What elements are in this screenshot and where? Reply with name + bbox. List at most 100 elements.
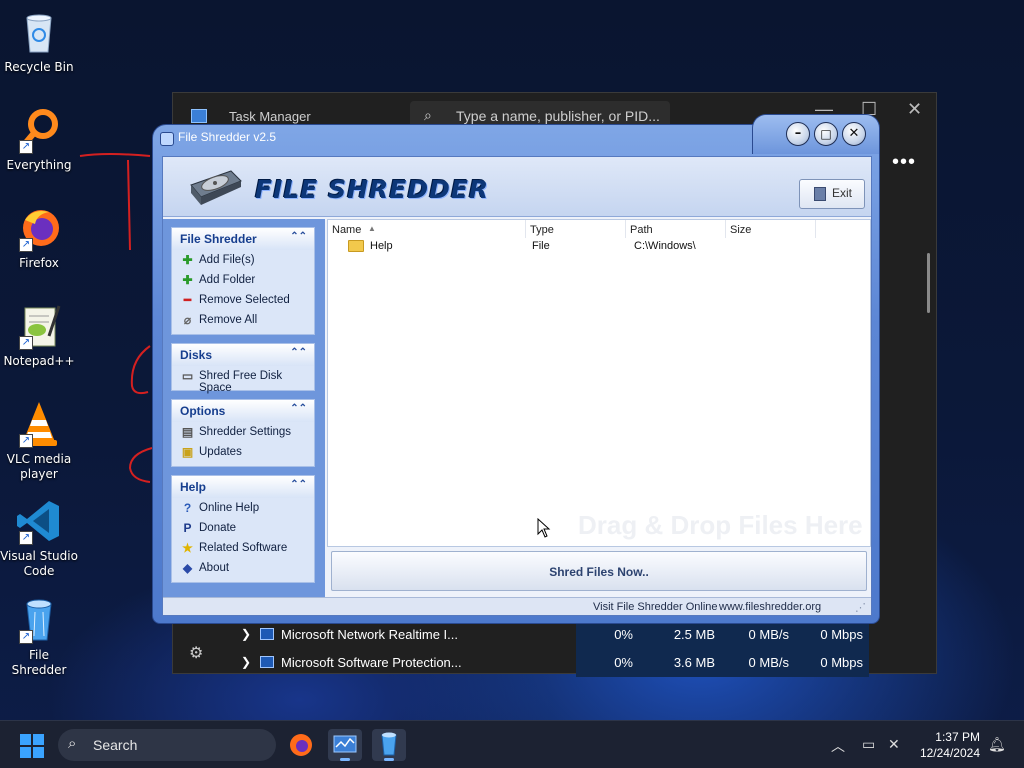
column-label: Type: [530, 224, 554, 236]
panel-title: Disks: [180, 348, 213, 362]
item-label: Add Folder: [199, 274, 256, 286]
file-shredder-icon: [381, 732, 397, 756]
shortcut-arrow-icon: ↗: [19, 336, 33, 350]
shredder-settings-item[interactable]: ▤ Shredder Settings: [172, 422, 314, 442]
desktop-icon-vscode[interactable]: ↗ Visual Studio Code: [0, 497, 78, 579]
column-header-size[interactable]: Size: [726, 220, 816, 238]
windows-logo-pane: [33, 747, 44, 758]
visit-online-link[interactable]: Visit File Shredder Online: [593, 601, 718, 613]
taskbar: ⌕ Search ︿ ▭ ✕ 1:37 PM 12/24/2024 🔔︎: [0, 720, 1024, 768]
desktop-icon-file-shredder[interactable]: ↗ File Shredder: [0, 596, 78, 678]
app-logo-text: FILE SHREDDER: [255, 175, 490, 204]
collapse-chevron-icon[interactable]: ⌃⌃: [290, 347, 307, 358]
process-disk: 0 MB/s: [748, 655, 789, 670]
remove-selected-item[interactable]: ━ Remove Selected: [172, 290, 314, 310]
desktop-icon-vlc[interactable]: ↗ VLC media player: [0, 400, 78, 482]
file-row-name[interactable]: Help: [370, 240, 393, 252]
scrollbar-thumb[interactable]: [927, 253, 930, 313]
add-folder-item[interactable]: ✚ Add Folder: [172, 270, 314, 290]
about-item[interactable]: ◆ About: [172, 558, 314, 578]
close-icon[interactable]: ✕: [907, 99, 922, 120]
system-clock[interactable]: 1:37 PM 12/24/2024: [920, 729, 980, 761]
file-list[interactable]: Name ▲ Type Path Size Help File C:\Windo…: [327, 219, 871, 547]
sidebar: File Shredder ⌃⌃ ✚ Add File(s) ✚ Add Folde…: [163, 219, 325, 597]
desktop-icon-everything[interactable]: ↗ Everything: [0, 106, 78, 173]
process-row[interactable]: ❯ Microsoft Network Realtime I... 0% 2.5…: [233, 621, 869, 649]
item-label: Add File(s): [199, 254, 255, 266]
process-icon: [260, 656, 274, 668]
more-options-button[interactable]: •••: [892, 151, 916, 174]
shortcut-arrow-icon: ↗: [19, 238, 33, 252]
clock-date: 12/24/2024: [919, 746, 980, 760]
window-client-area: FILE SHREDDER Exit File Shredder ⌃⌃ ✚ Add…: [162, 156, 872, 616]
running-indicator: [340, 758, 350, 761]
process-usage-cells: 0% 2.5 MB 0 MB/s 0 Mbps: [576, 621, 869, 649]
minimize-button[interactable]: –: [786, 122, 810, 146]
maximize-button[interactable]: □: [814, 122, 838, 146]
column-header-name[interactable]: Name ▲: [328, 220, 526, 238]
desktop-icon-label: Everything: [6, 158, 72, 172]
item-label: Shred Free Disk Space: [199, 370, 283, 394]
file-shredder-icon: ↗: [15, 596, 63, 644]
column-label: Size: [730, 224, 752, 236]
taskbar-firefox[interactable]: [284, 729, 318, 761]
taskbar-search-box[interactable]: ⌕ Search: [58, 729, 276, 761]
desktop-icon-label: VLC media player: [6, 452, 72, 481]
remove-all-item[interactable]: ⌀ Remove All: [172, 310, 314, 330]
process-cpu: 0%: [614, 627, 633, 642]
help-question-icon: ?: [183, 501, 192, 515]
panel-header[interactable]: File Shredder ⌃⌃: [172, 228, 314, 250]
paypal-icon: P: [183, 521, 192, 535]
panel-header[interactable]: Help ⌃⌃: [172, 476, 314, 498]
donate-item[interactable]: P Donate: [172, 518, 314, 538]
volume-muted-icon[interactable]: ✕: [888, 736, 900, 753]
exit-button-label: Exit: [832, 186, 853, 200]
panel-header[interactable]: Options ⌃⌃: [172, 400, 314, 422]
resize-grip-icon[interactable]: ⋰: [855, 601, 866, 614]
online-help-item[interactable]: ? Online Help: [172, 498, 314, 518]
close-button[interactable]: ✕: [842, 122, 866, 146]
firefox-icon: [290, 734, 312, 756]
windows-logo-pane: [20, 747, 31, 758]
display-icon[interactable]: ▭: [862, 736, 875, 753]
desktop-icon-firefox[interactable]: ↗ Firefox: [0, 204, 78, 271]
star-icon: ★: [182, 541, 193, 555]
chevron-right-icon[interactable]: ❯: [241, 655, 251, 669]
shred-free-disk-space-item[interactable]: ▭ Shred Free Disk Space: [172, 366, 314, 395]
item-label: Remove All: [199, 314, 258, 326]
chevron-up-icon[interactable]: ︿: [831, 736, 845, 756]
panel-file-shredder: File Shredder ⌃⌃ ✚ Add File(s) ✚ Add Folde…: [171, 227, 315, 335]
process-row[interactable]: ❯ Microsoft Software Protection... 0% 3.…: [233, 649, 869, 677]
desktop-icon-notepadpp[interactable]: ↗ Notepad++: [0, 302, 78, 369]
process-cpu: 0%: [614, 655, 633, 670]
column-header-path[interactable]: Path: [626, 220, 726, 238]
start-button[interactable]: [20, 734, 44, 758]
chevron-right-icon[interactable]: ❯: [241, 627, 251, 641]
running-indicator: [384, 758, 394, 761]
settings-gear-icon[interactable]: ⚙: [189, 643, 203, 663]
updates-icon: ▣: [181, 445, 194, 459]
notification-bell-icon[interactable]: 🔔︎: [988, 736, 1006, 753]
panel-header[interactable]: Disks ⌃⌃: [172, 344, 314, 366]
search-icon: ⌕: [68, 735, 77, 752]
eraser-icon: ⌀: [183, 313, 192, 327]
file-shredder-window[interactable]: File Shredder v2.5 – □ ✕ FILE SHREDDER E…: [152, 114, 880, 624]
add-files-item[interactable]: ✚ Add File(s): [172, 250, 314, 270]
item-label: Remove Selected: [199, 294, 290, 306]
taskbar-task-manager[interactable]: [328, 729, 362, 761]
firefox-icon: ↗: [15, 204, 63, 252]
updates-item[interactable]: ▣ Updates: [172, 442, 314, 462]
shred-files-now-button[interactable]: Shred Files Now..: [331, 551, 867, 591]
process-memory: 3.6 MB: [673, 655, 715, 670]
desktop-icon-recycle-bin[interactable]: Recycle Bin: [0, 8, 78, 75]
column-header-type[interactable]: Type: [526, 220, 626, 238]
process-usage-cells: 0% 3.6 MB 0 MB/s 0 Mbps: [576, 649, 869, 677]
collapse-chevron-icon[interactable]: ⌃⌃: [290, 403, 307, 414]
website-link[interactable]: www.fileshredder.org: [719, 601, 821, 613]
collapse-chevron-icon[interactable]: ⌃⌃: [290, 231, 307, 242]
taskbar-file-shredder[interactable]: [372, 729, 406, 761]
plus-icon: ✚: [182, 273, 193, 287]
related-software-item[interactable]: ★ Related Software: [172, 538, 314, 558]
exit-button[interactable]: Exit: [799, 179, 865, 209]
collapse-chevron-icon[interactable]: ⌃⌃: [290, 479, 307, 490]
